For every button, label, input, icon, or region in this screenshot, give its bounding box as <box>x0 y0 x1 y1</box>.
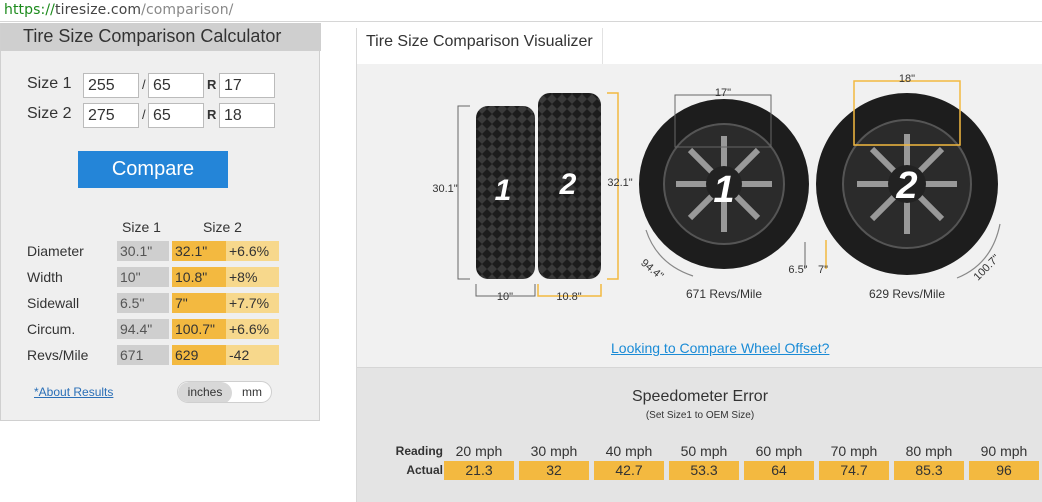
results-size1-value: 94.4" <box>117 319 169 339</box>
size1-separator: / <box>142 77 146 92</box>
results-row-label: Revs/Mile <box>27 347 89 363</box>
results-size1-value: 10" <box>117 267 169 287</box>
tire2-height-label: 32.1" <box>607 177 632 189</box>
speedometer-reading: 50 mph <box>680 443 728 459</box>
results-diff-value: +7.7% <box>226 293 279 313</box>
speedometer-reading: 40 mph <box>605 443 653 459</box>
results-col2-header: Size 2 <box>203 219 242 235</box>
size2-label: Size 2 <box>27 105 72 122</box>
tire2-width-label: 10.8" <box>556 291 581 303</box>
results-diff-value: +6.6% <box>226 319 279 339</box>
tire1-front-number: 1 <box>713 169 734 211</box>
speedometer-reading: 60 mph <box>755 443 803 459</box>
calculator-panel: Tire Size Comparison Calculator Size 1 /… <box>0 23 321 421</box>
tire2-side-number: 2 <box>559 168 577 201</box>
speedometer-actual: 64 <box>744 461 814 480</box>
about-results-link[interactable]: *About Results <box>34 385 113 399</box>
page: https://tiresize.com/comparison/ Tire Si… <box>0 0 1042 502</box>
size1-r-label: R <box>207 77 217 92</box>
results-diff-value: -42 <box>226 345 279 365</box>
address-bar[interactable]: https://tiresize.com/comparison/ <box>0 0 1042 22</box>
tire1-sidewall-label: 6.5" <box>788 264 807 276</box>
tire-visualization: 1 2 30.1" 32.1" 10" 10.8" 1 17" 6.5" 94.… <box>432 73 1003 303</box>
speedometer-actual: 42.7 <box>594 461 664 480</box>
speedometer-reading: 30 mph <box>530 443 578 459</box>
size2-r-label: R <box>207 107 217 122</box>
results-diff-value: +6.6% <box>226 241 279 261</box>
tire1-side-number: 1 <box>495 174 512 207</box>
size1-width-input[interactable] <box>83 73 139 98</box>
speedometer-reading: 90 mph <box>980 443 1028 459</box>
size2-aspect-input[interactable] <box>148 103 204 128</box>
visualizer-panel: Tire Size Comparison Visualizer 1 2 30.1… <box>356 28 1042 502</box>
size2-rim-input[interactable] <box>219 103 275 128</box>
calculator-title: Tire Size Comparison Calculator <box>1 23 321 51</box>
url-scheme: https:// <box>4 2 55 18</box>
unit-inches-option[interactable]: inches <box>178 382 232 402</box>
url-host: tiresize.com <box>54 2 142 18</box>
speedometer-reading: 20 mph <box>455 443 503 459</box>
results-size1-value: 671 <box>117 345 169 365</box>
results-size1-value: 6.5" <box>117 293 169 313</box>
tire2-front-number: 2 <box>895 165 917 207</box>
tab-visualizer[interactable]: Tire Size Comparison Visualizer <box>357 28 603 64</box>
size1-label: Size 1 <box>27 75 72 92</box>
results-size2-value: 100.7" <box>172 319 226 339</box>
results-row-label: Sidewall <box>27 295 80 311</box>
tire1-height-label: 30.1" <box>432 183 457 195</box>
unit-toggle[interactable]: inches mm <box>177 381 272 403</box>
speedometer-actual: 32 <box>519 461 589 480</box>
tire2-revs-label: 629 Revs/Mile <box>869 287 945 301</box>
wheel-offset-link[interactable]: Looking to Compare Wheel Offset? <box>611 340 829 356</box>
reading-label: Reading <box>395 444 443 458</box>
results-row-label: Diameter <box>27 243 84 259</box>
results-diff-value: +8% <box>226 267 279 287</box>
results-col1-header: Size 1 <box>122 219 161 235</box>
results-size2-value: 629 <box>172 345 226 365</box>
size1-aspect-input[interactable] <box>148 73 204 98</box>
speedometer-actual: 53.3 <box>669 461 739 480</box>
results-row-label: Circum. <box>27 321 76 337</box>
tire2-circ-label: 100.7" <box>972 252 1003 283</box>
results-size2-value: 7" <box>172 293 226 313</box>
speedometer-actual: 21.3 <box>444 461 514 480</box>
size2-width-input[interactable] <box>83 103 139 128</box>
speedometer-reading: 70 mph <box>830 443 878 459</box>
speedometer-actual: 85.3 <box>894 461 964 480</box>
tire1-circ-label: 94.4" <box>638 257 665 283</box>
size2-separator: / <box>142 107 146 122</box>
compare-button[interactable]: Compare <box>78 151 228 188</box>
unit-mm-option[interactable]: mm <box>232 382 271 402</box>
results-size2-value: 10.8" <box>172 267 226 287</box>
speedometer-actual: 96 <box>969 461 1039 480</box>
size1-rim-input[interactable] <box>219 73 275 98</box>
tire2-rim-label: 18" <box>899 73 915 85</box>
speedometer-title: Speedometer Error <box>631 388 769 405</box>
actual-label: Actual <box>406 463 443 477</box>
speedometer-actual: 74.7 <box>819 461 889 480</box>
tire1-height-bracket <box>457 105 470 280</box>
visualizer-body: 1 2 30.1" 32.1" 10" 10.8" 1 17" 6.5" 94.… <box>357 64 1042 367</box>
url-path: /comparison/ <box>141 2 234 18</box>
tire1-revs-label: 671 Revs/Mile <box>686 287 762 301</box>
tire1-width-label: 10" <box>497 291 513 303</box>
results-size2-value: 32.1" <box>172 241 226 261</box>
url-text[interactable]: https://tiresize.com/comparison/ <box>4 2 234 18</box>
speedometer-subtitle: (Set Size1 to OEM Size) <box>645 410 755 421</box>
speedometer-section: Speedometer Error (Set Size1 to OEM Size… <box>357 367 1042 502</box>
results-size1-value: 30.1" <box>117 241 169 261</box>
results-row-label: Width <box>27 269 63 285</box>
tire1-rim-label: 17" <box>715 87 731 99</box>
speedometer-reading: 80 mph <box>905 443 953 459</box>
tire2-sidewall-label: 7" <box>818 264 828 276</box>
